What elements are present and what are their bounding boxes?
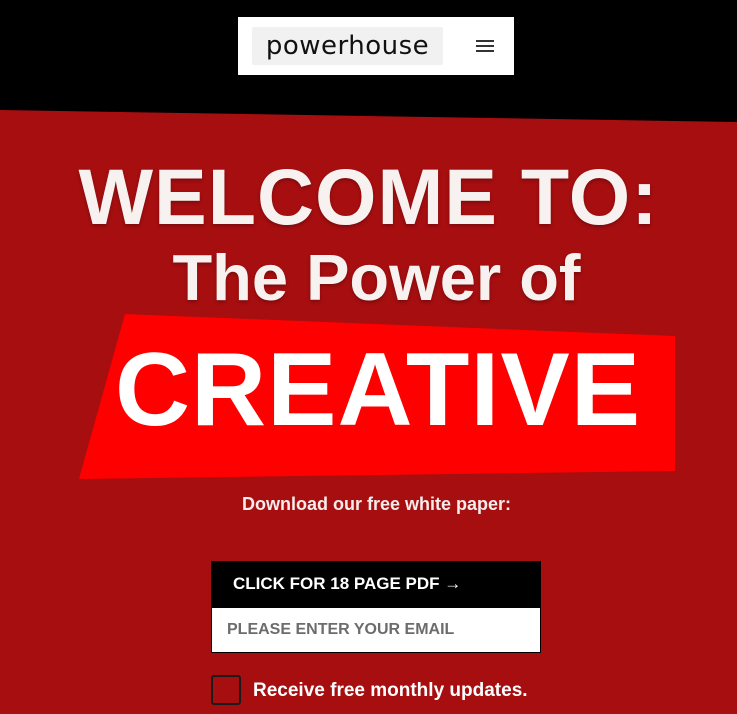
download-tagline: Download our free white paper:	[241, 494, 512, 514]
menu-line	[476, 50, 494, 52]
hamburger-menu-icon[interactable]	[476, 38, 494, 52]
menu-line	[476, 45, 494, 47]
logo-text: powerhouse	[265, 31, 430, 61]
header-card: powerhouse	[238, 17, 514, 75]
monthly-updates-checkbox[interactable]	[211, 675, 241, 705]
site-header: powerhouse	[0, 0, 737, 110]
email-field[interactable]	[211, 607, 541, 653]
hero-subtitle: The Power of	[172, 241, 581, 314]
signup-form: CLICK FOR 18 PAGE PDF →	[211, 561, 541, 653]
hero-highlight-word: CREATIVE	[114, 332, 642, 448]
menu-line	[476, 40, 494, 42]
logo[interactable]: powerhouse	[252, 27, 443, 65]
download-pdf-button[interactable]: CLICK FOR 18 PAGE PDF →	[211, 561, 541, 607]
monthly-updates-label: Receive free monthly updates.	[253, 679, 528, 701]
monthly-updates-optin: Receive free monthly updates.	[211, 675, 528, 705]
hero-title: WELCOME TO:	[78, 152, 659, 241]
